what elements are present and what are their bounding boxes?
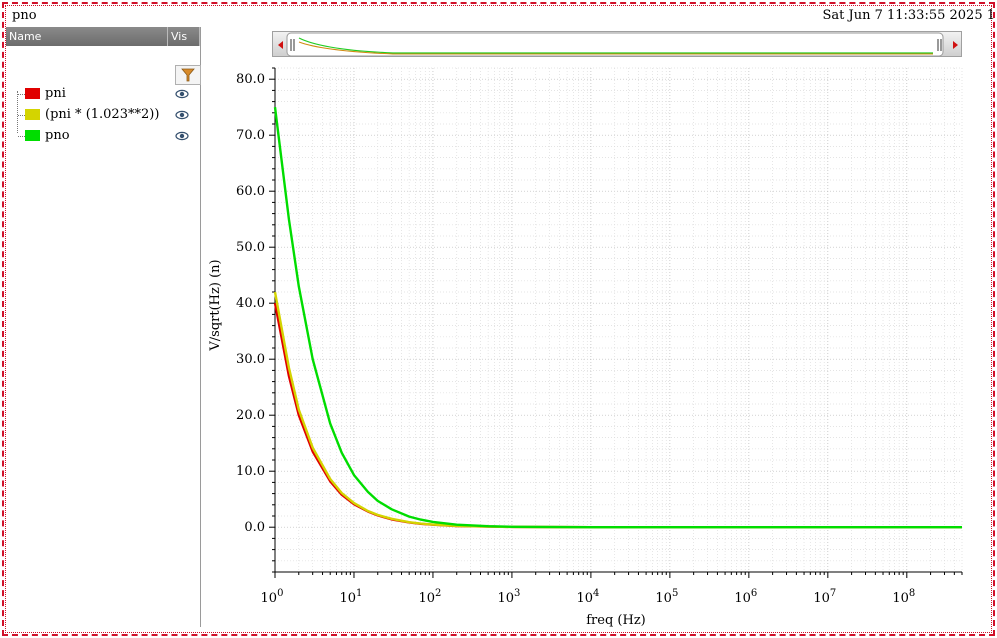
x-tick-label: 102 <box>418 588 441 606</box>
column-header-vis[interactable]: Vis <box>168 27 200 46</box>
x-tick-label: 100 <box>261 588 284 606</box>
legend-item[interactable]: (pni * (1.023**2)) <box>18 106 200 124</box>
y-tick-label: 70.0 <box>236 128 265 143</box>
legend-swatch <box>25 130 40 141</box>
y-tick-label: 50.0 <box>236 240 265 255</box>
filter-funnel-icon <box>181 68 195 82</box>
chart: 0.010.020.030.040.050.060.070.080.0 100 1… <box>208 67 963 628</box>
y-tick-label: 80.0 <box>236 72 265 87</box>
legend-label: pno <box>45 128 70 143</box>
eye-icon[interactable] <box>175 109 189 121</box>
legend-swatch <box>25 88 40 99</box>
legend-item[interactable]: pni <box>18 85 200 103</box>
y-tick-label: 20.0 <box>236 408 265 423</box>
timestamp: Sat Jun 7 11:33:55 2025 1 <box>822 8 995 23</box>
y-tick-label: 60.0 <box>236 184 265 199</box>
y-tick-label: 10.0 <box>236 464 265 479</box>
overview-scrollbar-graphic <box>278 32 958 57</box>
legend-label: (pni * (1.023**2)) <box>45 107 160 122</box>
x-tick-label: 103 <box>497 588 520 606</box>
scroll-right-arrow-icon[interactable] <box>953 41 958 49</box>
x-tick-label: 104 <box>576 588 599 606</box>
y-tick-labels: 0.0 10.0 20.0 30.0 40.0 50.0 60.0 70.0 80.0 <box>236 72 265 535</box>
legend-swatch <box>25 109 40 120</box>
legend-item[interactable]: pno <box>18 127 200 145</box>
x-tick-labels: 100 101 102 103 104 105 106 107 108 <box>261 588 916 606</box>
grid <box>274 67 963 573</box>
x-axis-label: freq (Hz) <box>586 613 646 628</box>
y-tick-label: 40.0 <box>236 296 265 311</box>
axes <box>269 67 963 578</box>
x-tick-label: 108 <box>892 588 915 606</box>
legend-panel: Name Vis pni (pni * (1.023**2)) pno <box>6 27 201 627</box>
series-line <box>273 302 962 529</box>
column-header-name[interactable]: Name <box>6 27 168 46</box>
y-tick-label: 30.0 <box>236 352 265 367</box>
scroll-left-arrow-icon[interactable] <box>278 41 283 49</box>
tree-branch <box>18 136 25 137</box>
x-tick-label: 101 <box>340 588 363 606</box>
x-tick-label: 107 <box>813 588 836 606</box>
eye-icon[interactable] <box>175 130 189 142</box>
tree-branch <box>18 94 25 95</box>
tree-branch <box>18 115 25 116</box>
window-title: pno <box>12 8 37 23</box>
y-tick-label: 0.0 <box>244 520 265 535</box>
y-axis-label: V/sqrt(Hz) (n) <box>208 259 223 351</box>
x-tick-label: 105 <box>655 588 678 606</box>
legend-label: pni <box>45 86 66 101</box>
filter-button[interactable] <box>175 65 201 85</box>
eye-icon[interactable] <box>175 88 189 100</box>
overview-scrollbar[interactable] <box>272 31 962 57</box>
x-tick-label: 106 <box>734 588 757 606</box>
